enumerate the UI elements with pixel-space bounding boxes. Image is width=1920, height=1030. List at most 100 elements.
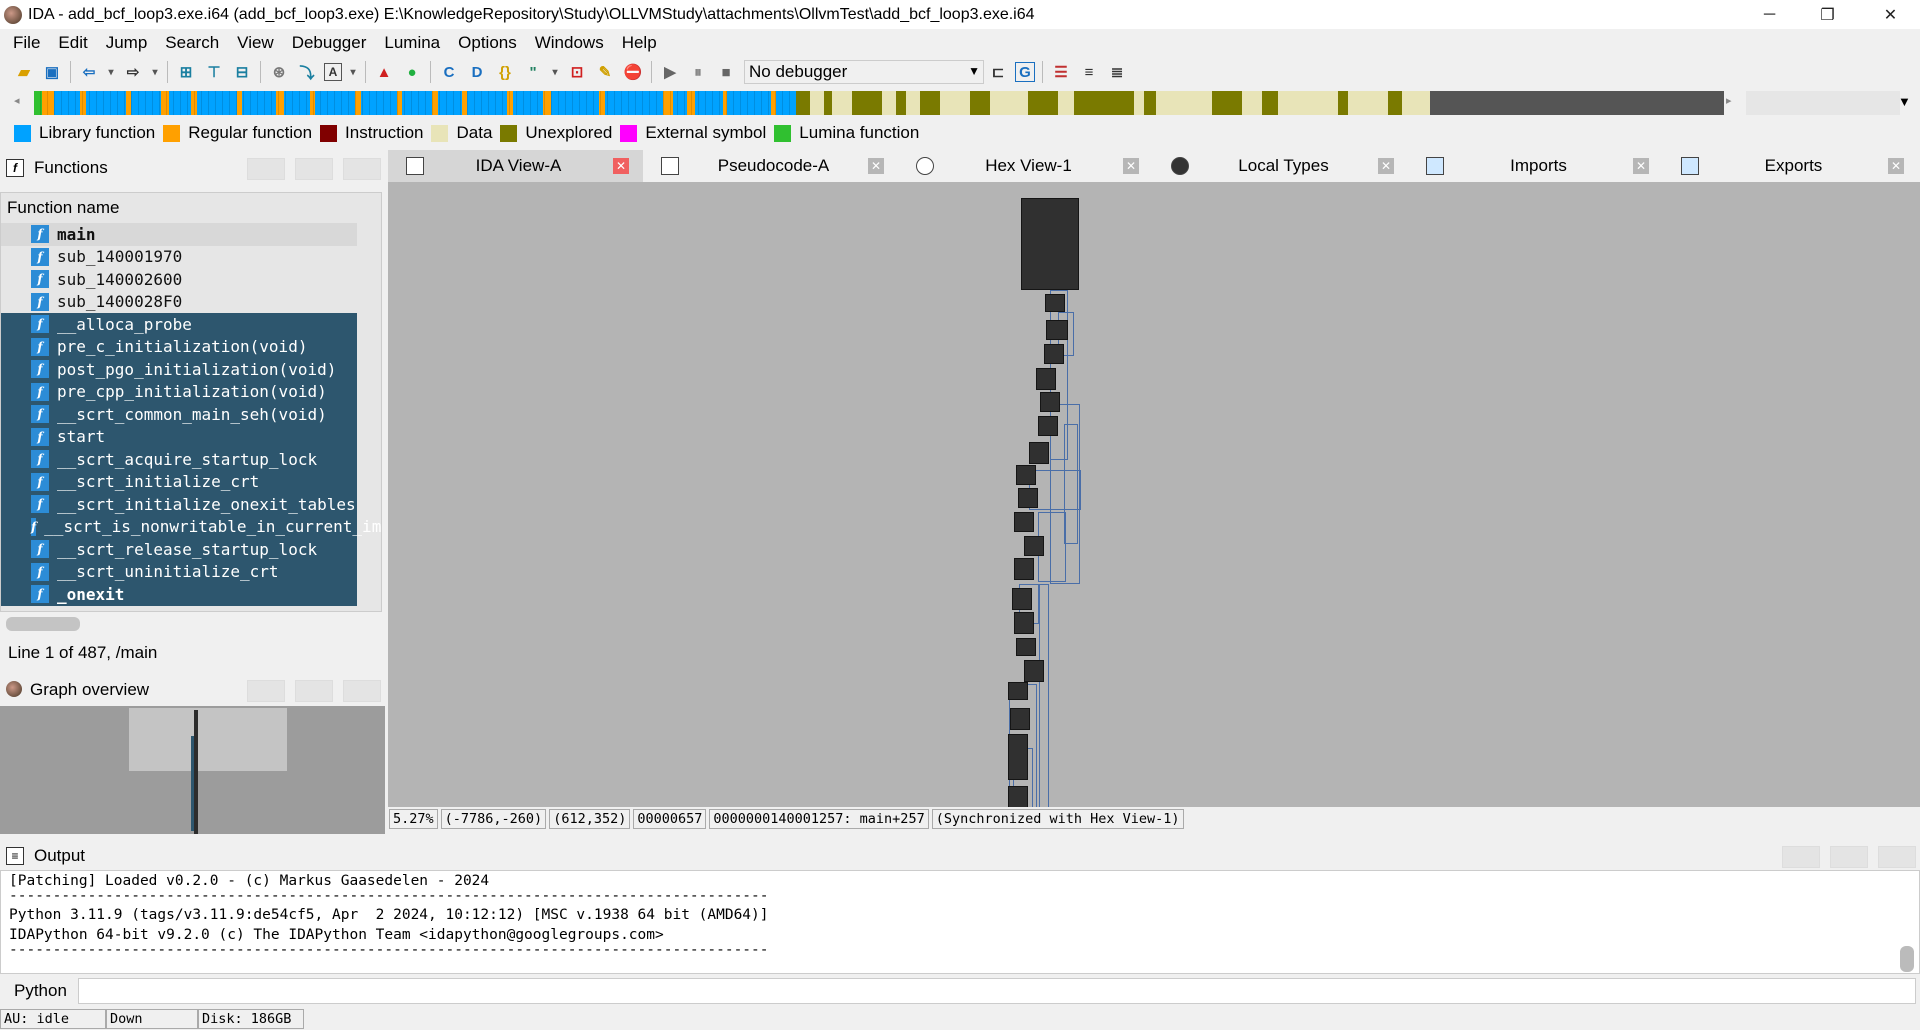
function-row[interactable]: f sub_140001970 (1, 246, 357, 269)
close-icon[interactable]: ✕ (613, 158, 629, 174)
pane-close-button[interactable] (343, 158, 381, 180)
binary-search-icon[interactable]: ⊞ (175, 61, 197, 83)
pane-float-button[interactable] (247, 680, 285, 702)
cfg-basic-block[interactable] (1014, 558, 1034, 580)
restore-button[interactable]: ❐ (1799, 0, 1856, 29)
text-search-icon[interactable]: ⊤ (203, 61, 225, 83)
cfg-basic-block[interactable] (1012, 588, 1032, 610)
cfg-basic-block[interactable] (1016, 638, 1036, 656)
close-icon[interactable]: ✕ (1888, 158, 1904, 174)
function-row[interactable]: f post_pgo_initialization(void) (1, 358, 357, 381)
string-icon[interactable]: A (324, 63, 342, 81)
functions-hscrollbar[interactable] (6, 617, 80, 631)
menu-help[interactable]: Help (613, 33, 666, 53)
cfg-basic-block[interactable] (1046, 320, 1068, 340)
navigation-band-strip[interactable] (34, 91, 1724, 115)
function-row[interactable]: f __scrt_uninitialize_crt (1, 560, 357, 583)
function-row[interactable]: f pre_cpp_initialization(void) (1, 380, 357, 403)
search-next-icon[interactable]: ⊛ (268, 61, 290, 83)
jump-icon[interactable]: ⤵ (296, 61, 318, 83)
cfg-basic-block[interactable] (1036, 368, 1056, 390)
output-window[interactable]: [Patching] Loaded v0.2.0 - (c) Markus Ga… (0, 870, 1920, 974)
pane-close-button[interactable] (1878, 846, 1916, 868)
menu-view[interactable]: View (228, 33, 283, 53)
menu-file[interactable]: File (4, 33, 49, 53)
function-row[interactable]: f __scrt_initialize_onexit_tables (1, 493, 357, 516)
outline-icon[interactable]: ≣ (1106, 61, 1128, 83)
lumina-icon[interactable]: ● (401, 61, 423, 83)
close-icon[interactable]: ✕ (1378, 158, 1394, 174)
string-dropdown-icon[interactable]: ▾ (348, 61, 358, 83)
function-row[interactable]: f sub_1400028F0 (1, 291, 357, 314)
close-button[interactable]: ✕ (1862, 0, 1919, 29)
close-icon[interactable]: ✕ (1123, 158, 1139, 174)
cfg-basic-block[interactable] (1024, 660, 1044, 682)
list-icon[interactable]: ≡ (1078, 61, 1100, 83)
pane-float-button[interactable] (247, 158, 285, 180)
overview-viewport[interactable] (129, 708, 287, 771)
data-icon[interactable]: D (466, 61, 488, 83)
tab-local-types[interactable]: Local Types ✕ (1153, 150, 1408, 182)
tab-pseudocode-a[interactable]: Pseudocode-A ✕ (643, 150, 898, 182)
function-row[interactable]: f __alloca_probe (1, 313, 357, 336)
nav-dropdown-icon[interactable]: ▼ (1898, 94, 1911, 109)
pane-float-button[interactable] (1782, 846, 1820, 868)
stop-debugger-icon[interactable]: ■ (715, 61, 737, 83)
cfg-basic-block[interactable] (1029, 442, 1049, 464)
cfg-basic-block[interactable] (1010, 708, 1030, 730)
layout-icon[interactable]: ☰ (1050, 61, 1072, 83)
graph-view-icon[interactable]: ▲ (373, 61, 395, 83)
cfg-basic-block[interactable] (1021, 198, 1079, 290)
immediate-search-icon[interactable]: ⊟ (231, 61, 253, 83)
pane-close-button[interactable] (343, 680, 381, 702)
cfg-basic-block[interactable] (1016, 465, 1036, 485)
close-icon[interactable]: ✕ (1633, 158, 1649, 174)
menu-jump[interactable]: Jump (97, 33, 157, 53)
function-row[interactable]: f start (1, 425, 357, 448)
pane-restore-button[interactable] (1830, 846, 1868, 868)
open-folder-icon[interactable]: ▰ (13, 61, 35, 83)
function-row[interactable]: f __scrt_initialize_crt (1, 470, 357, 493)
python-label[interactable]: Python (0, 981, 78, 1001)
function-row[interactable]: f sub_140002600 (1, 268, 357, 291)
sync-icon[interactable]: G (1015, 62, 1035, 82)
menu-search[interactable]: Search (156, 33, 228, 53)
function-row[interactable]: f main (1, 223, 357, 246)
cfg-basic-block[interactable] (1008, 682, 1028, 700)
menu-options[interactable]: Options (449, 33, 526, 53)
menu-edit[interactable]: Edit (49, 33, 96, 53)
output-scrollbar[interactable] (1900, 946, 1914, 972)
cfg-basic-block[interactable] (1024, 536, 1044, 556)
tab-hex-view-1[interactable]: Hex View-1 ✕ (898, 150, 1153, 182)
menu-windows[interactable]: Windows (526, 33, 613, 53)
code-icon[interactable]: C (438, 61, 460, 83)
navigation-band[interactable]: ◂ ▸ ▼ (0, 88, 1920, 119)
function-row[interactable]: f __scrt_release_startup_lock (1, 538, 357, 561)
rename-icon[interactable]: ✎ (594, 61, 616, 83)
forward-dropdown-icon[interactable]: ▾ (150, 61, 160, 83)
close-icon[interactable]: ✕ (868, 158, 884, 174)
python-input[interactable] (78, 978, 1916, 1004)
function-row[interactable]: f __scrt_common_main_seh(void) (1, 403, 357, 426)
struct-icon[interactable]: {} (494, 61, 516, 83)
cfg-basic-block[interactable] (1045, 294, 1065, 312)
stop-icon[interactable]: ⛔ (622, 61, 644, 83)
nav-left-icon[interactable]: ◂ (14, 94, 20, 107)
cfg-basic-block[interactable] (1018, 488, 1038, 508)
tab-exports[interactable]: Exports ✕ (1663, 150, 1918, 182)
cfg-basic-block[interactable] (1008, 786, 1028, 807)
graph-view[interactable] (388, 182, 1920, 807)
cfg-basic-block[interactable] (1038, 416, 1058, 436)
functions-list[interactable]: Function name f main f sub_140001970 f sub_14… (0, 192, 382, 612)
pane-restore-button[interactable] (295, 158, 333, 180)
undefine-icon[interactable]: ⊡ (566, 61, 588, 83)
pane-restore-button[interactable] (295, 680, 333, 702)
cfg-basic-block[interactable] (1008, 734, 1028, 780)
column-header-function-name[interactable]: Function name (1, 193, 381, 223)
cfg-basic-block[interactable] (1014, 512, 1034, 532)
function-row[interactable]: f __scrt_acquire_startup_lock (1, 448, 357, 471)
nav-right-icon[interactable]: ▸ (1726, 94, 1732, 107)
menu-lumina[interactable]: Lumina (375, 33, 449, 53)
string-literal-icon[interactable]: " (522, 61, 544, 83)
function-row[interactable]: f _onexit (1, 583, 357, 606)
